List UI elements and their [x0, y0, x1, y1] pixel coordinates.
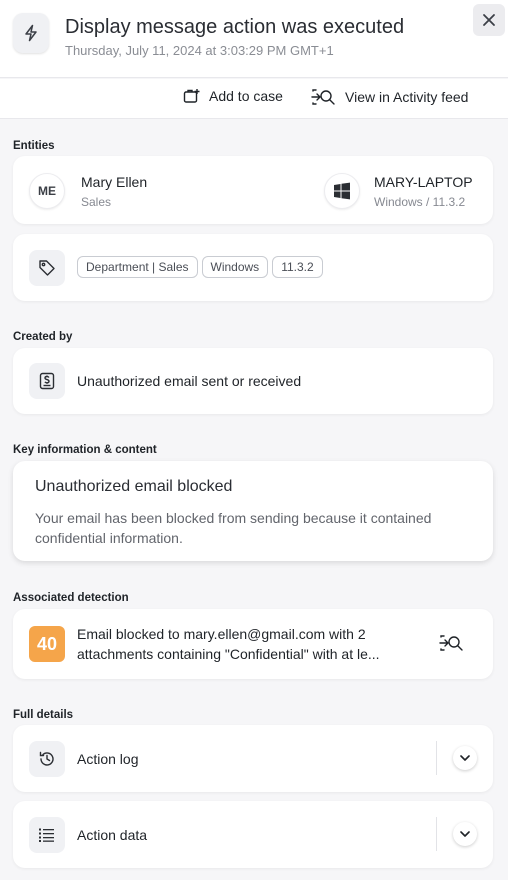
action-data-label: Action data: [77, 827, 148, 843]
add-case-icon: [183, 89, 200, 103]
message-title: Unauthorized email blocked: [35, 478, 233, 495]
tag-os[interactable]: Windows: [201, 256, 269, 278]
expand-action-data-button[interactable]: [453, 822, 477, 846]
chevron-down-icon: [460, 755, 470, 761]
entities-card: ME Mary Ellen Sales MARY-LAPTOP Windows …: [13, 156, 493, 224]
policy-icon: [29, 363, 65, 399]
tags-card: Department | Sales Windows 11.3.2: [13, 234, 493, 301]
device-name[interactable]: MARY-LAPTOP: [374, 174, 473, 190]
action-log-row[interactable]: Action log: [13, 725, 493, 792]
search-arrow-icon: [311, 89, 335, 105]
user-department: Sales: [81, 195, 112, 209]
history-icon: [29, 741, 65, 777]
add-to-case-button[interactable]: Add to case: [183, 88, 283, 104]
message-card: Unauthorized email blocked Your email ha…: [13, 461, 493, 561]
expand-action-log-button[interactable]: [453, 746, 477, 770]
action-log-label: Action log: [77, 751, 139, 767]
detection-text-line1: Email blocked to mary.ellen@gmail.com wi…: [77, 626, 366, 642]
detection-card[interactable]: 40 Email blocked to mary.ellen@gmail.com…: [13, 609, 493, 679]
user-name[interactable]: Mary Ellen: [81, 174, 147, 190]
message-body-line1: Your email has been blocked from sending…: [35, 510, 432, 526]
close-button[interactable]: [473, 4, 505, 36]
full-details-heading: Full details: [13, 709, 74, 721]
detection-heading: Associated detection: [13, 592, 129, 604]
event-timestamp: Thursday, July 11, 2024 at 3:03:29 PM GM…: [65, 43, 334, 58]
user-avatar: ME: [29, 173, 65, 209]
action-bar: Add to case View in Activity feed: [0, 79, 508, 119]
tag-department[interactable]: Department | Sales: [77, 256, 198, 278]
close-icon: [483, 14, 495, 26]
view-activity-feed-button[interactable]: View in Activity feed: [311, 88, 468, 106]
view-activity-feed-label: View in Activity feed: [345, 89, 469, 105]
page-title: Display message action was executed: [65, 16, 405, 38]
created-by-card[interactable]: Unauthorized email sent or received: [13, 348, 493, 414]
entities-heading: Entities: [13, 140, 55, 152]
chevron-down-icon: [460, 831, 470, 837]
tag-list: Department | Sales Windows 11.3.2: [77, 256, 327, 278]
action-data-row[interactable]: Action data: [13, 801, 493, 868]
panel-header: Display message action was executed Thur…: [0, 0, 508, 78]
created-by-heading: Created by: [13, 331, 73, 343]
lightning-icon: [13, 13, 49, 53]
add-to-case-label: Add to case: [209, 88, 283, 104]
tag-icon: [29, 250, 65, 286]
row-divider: [436, 741, 437, 775]
windows-icon: [324, 173, 360, 209]
list-icon: [29, 817, 65, 853]
tag-version[interactable]: 11.3.2: [272, 256, 323, 278]
policy-name: Unauthorized email sent or received: [77, 373, 302, 389]
search-arrow-icon: [439, 635, 463, 651]
row-divider: [436, 817, 437, 851]
view-detection-button[interactable]: [439, 634, 465, 657]
key-info-heading: Key information & content: [13, 444, 157, 456]
severity-score-badge: 40: [29, 626, 65, 662]
device-os: Windows / 11.3.2: [374, 195, 466, 209]
message-body-line2: confidential information.: [35, 530, 183, 546]
detection-text-line2: attachments containing "Confidential" wi…: [77, 646, 380, 662]
